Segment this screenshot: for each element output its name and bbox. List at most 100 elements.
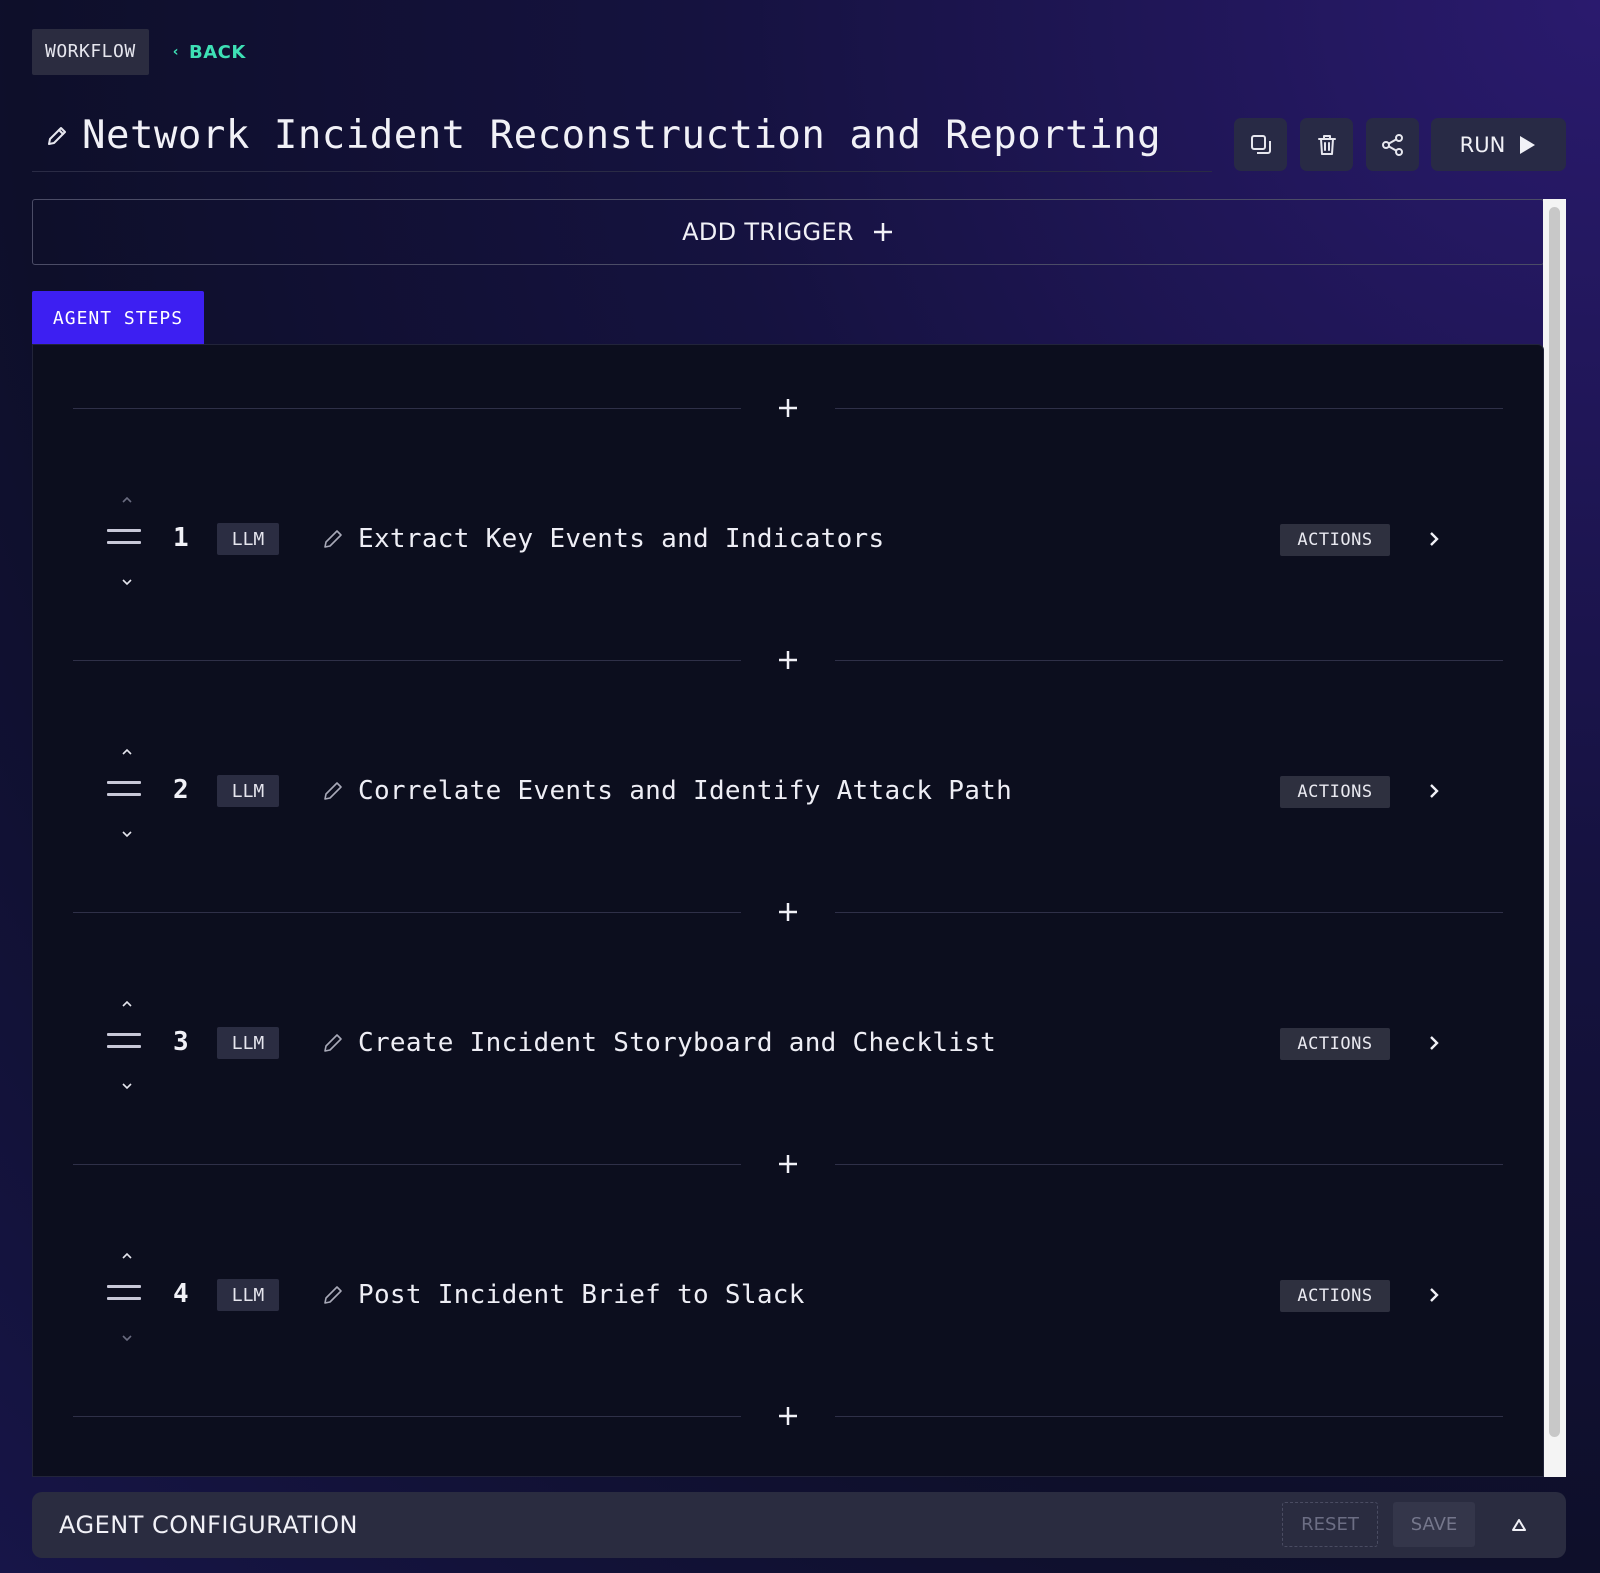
actions-button[interactable]: ACTIONS: [1280, 776, 1390, 808]
chevron-right-icon: [1430, 532, 1439, 546]
step-name[interactable]: Create Incident Storyboard and Checklist: [358, 1028, 996, 1058]
agent-configuration-bar[interactable]: AGENT CONFIGURATION RESET SAVE: [32, 1492, 1566, 1558]
edit-step-icon[interactable]: [321, 1283, 345, 1307]
agent-configuration-label: AGENT CONFIGURATION: [59, 1511, 358, 1539]
duplicate-button[interactable]: [1234, 118, 1287, 171]
step-type-badge: LLM: [217, 523, 279, 555]
step-row: 2 LLM Correlate Events and Identify Atta…: [93, 745, 1493, 845]
insert-step-divider: [73, 1401, 1503, 1431]
insert-step-button[interactable]: [758, 393, 818, 423]
step-row: 1 LLM Extract Key Events and Indicators …: [93, 493, 1493, 593]
edit-title-icon[interactable]: [32, 124, 82, 148]
divider-line: [835, 408, 1503, 409]
step-type-badge: LLM: [217, 1027, 279, 1059]
share-button[interactable]: [1366, 118, 1419, 171]
step-name[interactable]: Post Incident Brief to Slack: [358, 1280, 805, 1310]
step-number: 3: [173, 1027, 189, 1057]
plus-icon: [779, 903, 797, 921]
expand-step-button[interactable]: [1421, 526, 1447, 552]
chevron-down-icon: [122, 1083, 132, 1090]
actions-button[interactable]: ACTIONS: [1280, 1280, 1390, 1312]
move-down-button[interactable]: [117, 827, 137, 841]
chevron-up-icon: [122, 748, 132, 755]
move-up-button[interactable]: [117, 1249, 137, 1263]
chevron-left-icon: ‹: [172, 44, 179, 60]
move-down-button[interactable]: [117, 1331, 137, 1345]
expand-step-button[interactable]: [1421, 1030, 1447, 1056]
move-up-button[interactable]: [117, 997, 137, 1011]
move-down-button[interactable]: [117, 575, 137, 589]
move-down-button[interactable]: [117, 1079, 137, 1093]
actions-button[interactable]: ACTIONS: [1280, 1028, 1390, 1060]
insert-step-button[interactable]: [758, 645, 818, 675]
delete-button[interactable]: [1300, 118, 1353, 171]
edit-step-icon[interactable]: [321, 779, 345, 803]
actions-button[interactable]: ACTIONS: [1280, 524, 1390, 556]
expand-step-button[interactable]: [1421, 778, 1447, 804]
step-row: 3 LLM Create Incident Storyboard and Che…: [93, 997, 1493, 1097]
chevron-up-icon: [122, 1252, 132, 1259]
back-link[interactable]: ‹ BACK: [173, 42, 246, 63]
drag-handle[interactable]: [107, 529, 141, 549]
move-up-button[interactable]: [117, 745, 137, 759]
divider-line: [835, 912, 1503, 913]
back-label: BACK: [188, 41, 246, 63]
chevron-down-icon: [122, 1335, 132, 1342]
divider-line: [73, 912, 741, 913]
collapse-toggle-button[interactable]: [1506, 1512, 1532, 1538]
add-trigger-button[interactable]: ADD TRIGGER: [32, 199, 1544, 265]
add-trigger-label: ADD TRIGGER: [682, 218, 854, 246]
run-label: RUN: [1459, 132, 1506, 157]
title-row: Network Incident Reconstruction and Repo…: [32, 100, 1212, 172]
chevron-right-icon: [1430, 784, 1439, 798]
insert-step-divider: [73, 1149, 1503, 1179]
step-type-badge: LLM: [217, 775, 279, 807]
edit-step-icon[interactable]: [321, 527, 345, 551]
share-icon: [1381, 133, 1403, 156]
agent-steps-panel: 1 LLM Extract Key Events and Indicators …: [32, 344, 1544, 1477]
save-button[interactable]: SAVE: [1393, 1502, 1475, 1547]
duplicate-icon: [1250, 134, 1271, 154]
plus-icon: [779, 1155, 797, 1173]
reset-button[interactable]: RESET: [1282, 1502, 1378, 1547]
chevron-down-icon: [122, 831, 132, 838]
divider-line: [835, 1416, 1503, 1417]
insert-step-button[interactable]: [758, 1401, 818, 1431]
chevron-up-icon: [122, 496, 132, 503]
insert-step-divider: [73, 393, 1503, 423]
drag-handle[interactable]: [107, 1033, 141, 1053]
drag-handle[interactable]: [107, 1285, 141, 1305]
insert-step-button[interactable]: [758, 1149, 818, 1179]
step-number: 1: [173, 523, 189, 553]
edit-step-icon[interactable]: [321, 1031, 345, 1055]
divider-line: [835, 660, 1503, 661]
run-button[interactable]: RUN: [1431, 118, 1566, 171]
chevron-right-icon: [1430, 1288, 1439, 1302]
divider-line: [73, 1416, 741, 1417]
page-title[interactable]: Network Incident Reconstruction and Repo…: [82, 113, 1161, 158]
divider-line: [73, 408, 741, 409]
divider-line: [73, 1164, 741, 1165]
plus-icon: [779, 399, 797, 417]
chevron-up-icon: [122, 1000, 132, 1007]
expand-step-button[interactable]: [1421, 1282, 1447, 1308]
plus-icon: [873, 223, 892, 241]
drag-handle[interactable]: [107, 781, 141, 801]
trash-icon: [1317, 134, 1336, 155]
scrollbar-thumb[interactable]: [1549, 207, 1560, 1437]
divider-line: [835, 1164, 1503, 1165]
chevron-down-icon: [122, 579, 132, 586]
step-name[interactable]: Extract Key Events and Indicators: [358, 524, 884, 554]
triangle-up-icon: [1512, 1519, 1526, 1531]
step-type-badge: LLM: [217, 1279, 279, 1311]
step-number: 2: [173, 775, 189, 805]
insert-step-button[interactable]: [758, 897, 818, 927]
tab-agent-steps[interactable]: AGENT STEPS: [32, 291, 204, 345]
insert-step-divider: [73, 897, 1503, 927]
divider-line: [73, 660, 741, 661]
step-name[interactable]: Correlate Events and Identify Attack Pat…: [358, 776, 1012, 806]
move-up-button[interactable]: [117, 493, 137, 507]
plus-icon: [779, 1407, 797, 1425]
chevron-right-icon: [1430, 1036, 1439, 1050]
play-icon: [1520, 135, 1536, 154]
